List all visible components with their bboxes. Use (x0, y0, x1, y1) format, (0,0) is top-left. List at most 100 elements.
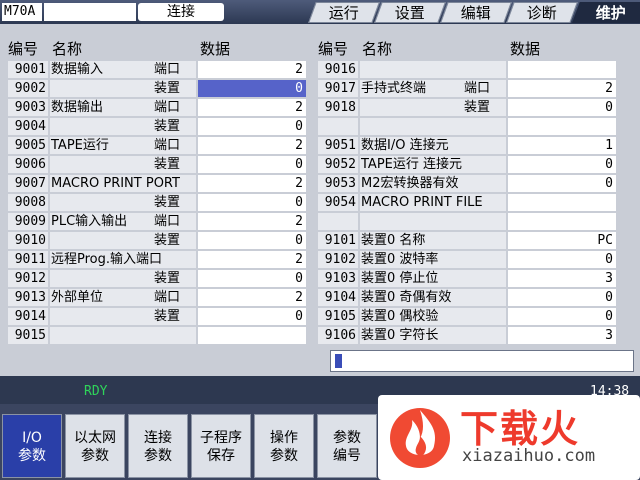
param-value-field[interactable]: 0 (198, 156, 306, 173)
param-value-field[interactable]: 2 (198, 99, 306, 116)
param-value-field[interactable]: 0 (508, 251, 616, 268)
param-value-field[interactable]: 0 (508, 175, 616, 192)
param-name (360, 118, 506, 135)
param-name: TAPE运行 连接元 (360, 156, 506, 173)
param-sub-label: 端口 (153, 100, 180, 115)
param-value-field[interactable] (508, 118, 616, 135)
param-value-field[interactable]: 3 (508, 270, 616, 287)
param-name: 装置 (50, 270, 196, 287)
param-value-field[interactable]: 0 (198, 270, 306, 287)
watermark-brand: 下载火 (460, 407, 581, 451)
col-header-name-left: 名称 (52, 40, 83, 58)
param-name: 装置0 停止位 (360, 270, 506, 287)
tab-maintenance[interactable]: 维护 (572, 2, 640, 23)
param-value-field[interactable]: 0 (508, 308, 616, 325)
param-value-field[interactable]: 0 (198, 232, 306, 249)
param-value-field[interactable]: 0 (198, 118, 306, 135)
param-number: 9017 (318, 80, 358, 97)
param-name: 装置0 偶校验 (360, 308, 506, 325)
data-input-field[interactable] (330, 350, 634, 372)
param-name: 装置 (50, 156, 196, 173)
param-value-field[interactable] (508, 61, 616, 78)
param-name-text: 外部单位 (51, 290, 104, 305)
param-name: M2宏转换器有效 (360, 175, 506, 192)
softkey-5[interactable]: 操作 参数 (254, 414, 314, 478)
param-value-field[interactable]: 2 (198, 61, 306, 78)
param-name-text: 装置0 偶校验 (361, 309, 439, 324)
tab-diagnosis[interactable]: 诊断 (506, 2, 578, 23)
softkey-2[interactable]: 以太网 参数 (65, 414, 125, 478)
softkey-3[interactable]: 连接 参数 (128, 414, 188, 478)
param-name: PLC输入输出 端口 (50, 213, 196, 230)
param-sub-label: 端口 (153, 214, 180, 229)
param-value-field[interactable] (508, 194, 616, 211)
tab-edit[interactable]: 编辑 (440, 2, 512, 23)
param-number: 9051 (318, 137, 358, 154)
param-value-field[interactable]: 2 (198, 137, 306, 154)
param-value-field[interactable]: 0 (508, 156, 616, 173)
param-sub-label: 端口 (153, 62, 180, 77)
param-number: 9004 (8, 118, 48, 135)
param-value-field[interactable]: PC (508, 232, 616, 249)
connection-mode: 连接 (138, 3, 224, 21)
param-sub-label: 装置 (153, 119, 180, 134)
param-number: 9002 (8, 80, 48, 97)
param-name: 数据输入 端口 (50, 61, 196, 78)
softkey-1[interactable]: I/O 参数 (2, 414, 62, 478)
param-name: 外部单位 端口 (50, 289, 196, 306)
param-value-field[interactable]: 2 (198, 213, 306, 230)
machine-model: M70A (2, 3, 42, 21)
param-name-text: PLC输入输出 (51, 214, 128, 229)
param-number: 9103 (318, 270, 358, 287)
param-value-field[interactable] (198, 327, 306, 344)
param-value-field[interactable]: 3 (508, 327, 616, 344)
param-number: 9018 (318, 99, 358, 116)
param-number: 9003 (8, 99, 48, 116)
param-sub-label: 装置 (153, 309, 180, 324)
param-name-text: 数据输入 (51, 62, 104, 77)
param-number: 9013 (8, 289, 48, 306)
param-name: 装置 (50, 308, 196, 325)
softkey-label-line1: 连接 (144, 430, 172, 446)
param-number: 9015 (8, 327, 48, 344)
param-name: 装置 (50, 232, 196, 249)
param-value-field[interactable]: 0 (198, 194, 306, 211)
softkey-label-line1: 子程序 (200, 430, 242, 446)
flame-logo-icon (390, 408, 450, 468)
param-sub-label: 装置 (153, 195, 180, 210)
param-value-field[interactable] (508, 213, 616, 230)
param-value-field[interactable]: 2 (508, 80, 616, 97)
param-value-field[interactable]: 0 (508, 289, 616, 306)
param-name: 装置0 波特率 (360, 251, 506, 268)
param-name-text: MACRO PRINT FILE (361, 195, 483, 210)
param-name-text: TAPE运行 连接元 (361, 157, 463, 172)
param-number: 9005 (8, 137, 48, 154)
param-value-field[interactable]: 0 (198, 80, 306, 97)
param-name-text: 装置0 字符长 (361, 328, 439, 343)
param-name-text: TAPE运行 (51, 138, 109, 153)
col-header-name-right: 名称 (362, 40, 393, 58)
status-field (44, 3, 136, 21)
param-sub-label: 装置 (153, 81, 180, 96)
param-number: 9105 (318, 308, 358, 325)
param-value-field[interactable]: 0 (198, 308, 306, 325)
col-header-no-right: 编号 (318, 40, 349, 58)
param-number: 9012 (8, 270, 48, 287)
softkey-6[interactable]: 参数 编号 (317, 414, 377, 478)
param-name: 装置 (50, 80, 196, 97)
param-name (360, 61, 506, 78)
param-number: 9010 (8, 232, 48, 249)
param-number: 9054 (318, 194, 358, 211)
tab-run[interactable]: 运行 (308, 2, 380, 23)
param-number: 9007 (8, 175, 48, 192)
softkey-4[interactable]: 子程序 保存 (191, 414, 251, 478)
param-name-text: 手持式终端 (361, 81, 427, 96)
param-value-field[interactable]: 1 (508, 137, 616, 154)
param-value-field[interactable]: 2 (198, 251, 306, 268)
param-value-field[interactable]: 0 (508, 99, 616, 116)
tab-setup[interactable]: 设置 (374, 2, 446, 23)
param-value-field[interactable]: 2 (198, 289, 306, 306)
param-name: 手持式终端 端口 (360, 80, 506, 97)
softkey-label-line2: 保存 (207, 448, 235, 464)
param-value-field[interactable]: 2 (198, 175, 306, 192)
